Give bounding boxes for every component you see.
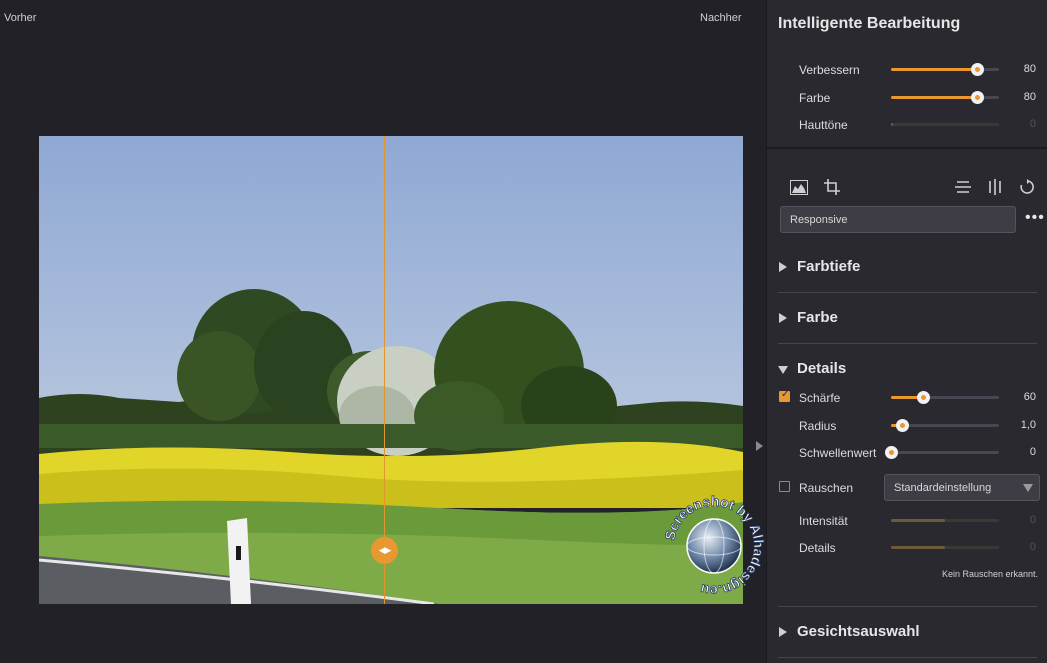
noise-details-slider[interactable] xyxy=(891,546,999,549)
enhance-slider-knob[interactable] xyxy=(971,63,985,76)
intensity-label: Intensität xyxy=(799,514,848,528)
crop-icon xyxy=(824,179,840,195)
noise-details-row: Details 0 xyxy=(767,538,1047,558)
sharpness-label: Schärfe xyxy=(799,391,841,405)
slider-row-skin-tones: Hauttöne 0 xyxy=(767,115,1047,135)
section-divider xyxy=(778,292,1037,293)
section-divider xyxy=(778,606,1037,607)
section-divider xyxy=(778,657,1037,658)
color-value: 80 xyxy=(1023,91,1036,103)
intensity-value: 0 xyxy=(1029,514,1036,526)
enhance-label: Verbessern xyxy=(799,63,860,77)
skin-tones-slider[interactable] xyxy=(891,123,999,126)
enhance-value: 80 xyxy=(1023,63,1036,75)
threshold-value: 0 xyxy=(1029,446,1036,458)
enhance-slider[interactable] xyxy=(891,63,999,76)
section-color-depth[interactable]: Farbtiefe xyxy=(778,258,1037,278)
image-canvas: Vorher Nachher ◀▶ Screenshot by Alhadesi… xyxy=(0,0,766,663)
more-dots-icon[interactable]: ••• xyxy=(1025,209,1045,227)
section-face-selection[interactable]: Gesichtsauswahl xyxy=(778,623,1037,643)
flip-vertical-button[interactable] xyxy=(953,177,973,197)
histogram-icon xyxy=(790,179,808,195)
landscape-photo xyxy=(39,136,743,604)
section-title: Gesichtsauswahl xyxy=(797,623,920,640)
section-title: Details xyxy=(797,360,847,377)
section-title: Farbe xyxy=(797,309,838,326)
slider-row-enhance: Verbessern 80 xyxy=(767,60,1047,80)
skin-tones-value: 0 xyxy=(1029,118,1036,130)
crop-button[interactable] xyxy=(822,177,842,197)
section-color[interactable]: Farbe xyxy=(778,309,1037,329)
color-slider-knob[interactable] xyxy=(971,91,985,104)
flip-horizontal-icon xyxy=(989,179,1001,195)
intensity-row: Intensität 0 xyxy=(767,511,1047,531)
noise-details-value: 0 xyxy=(1029,541,1036,553)
radius-value: 1,0 xyxy=(1020,419,1036,431)
color-slider[interactable] xyxy=(891,91,999,104)
rotate-icon xyxy=(1020,179,1034,194)
threshold-label: Schwellenwert xyxy=(799,446,877,460)
noise-preset-select[interactable]: Standardeinstellung xyxy=(884,474,1040,501)
photo-preview xyxy=(39,136,743,604)
chevron-down-icon xyxy=(1023,484,1033,492)
smart-edit-panel: Intelligente Bearbeitung Verbessern 80 F… xyxy=(766,0,1047,663)
collapse-arrow-icon xyxy=(778,366,788,374)
threshold-row: Schwellenwert 0 xyxy=(767,443,1047,463)
noise-status-text: Kein Rauschen erkannt. xyxy=(941,569,1038,579)
skin-tones-label: Hauttöne xyxy=(799,118,848,132)
slider-row-color: Farbe 80 xyxy=(767,88,1047,108)
expand-arrow-icon xyxy=(779,627,787,637)
sharpness-checkbox[interactable] xyxy=(779,389,790,402)
noise-checkbox[interactable] xyxy=(779,481,790,492)
threshold-slider[interactable] xyxy=(885,446,999,459)
radius-slider-knob[interactable] xyxy=(895,419,909,432)
section-title: Farbtiefe xyxy=(797,258,861,275)
flip-vertical-icon xyxy=(955,181,971,193)
noise-label: Rauschen xyxy=(799,481,854,495)
radius-label: Radius xyxy=(799,419,837,433)
section-divider xyxy=(778,343,1037,344)
sharpness-slider-knob[interactable] xyxy=(917,391,931,404)
expand-arrow-icon xyxy=(779,262,787,272)
flip-horizontal-button[interactable] xyxy=(985,177,1005,197)
split-line[interactable] xyxy=(384,136,385,604)
sharpness-row: Schärfe 60 xyxy=(767,388,1047,408)
radius-slider[interactable] xyxy=(891,419,999,432)
preset-select[interactable]: Responsive xyxy=(780,206,1016,233)
panel-divider xyxy=(767,147,1047,149)
split-arrows-icon: ◀▶ xyxy=(378,545,392,555)
sharpness-value: 60 xyxy=(1023,391,1036,403)
color-label: Farbe xyxy=(799,91,831,105)
noise-details-label: Details xyxy=(799,541,836,555)
split-handle[interactable]: ◀▶ xyxy=(371,537,398,564)
panel-title: Intelligente Bearbeitung xyxy=(778,15,961,32)
noise-preset-value: Standardeinstellung xyxy=(894,482,992,494)
rotate-button[interactable] xyxy=(1017,177,1037,197)
watermark-logo: Screenshot by Alhadesign.eu xyxy=(662,494,766,598)
radius-row: Radius 1,0 xyxy=(767,416,1047,436)
sharpness-slider[interactable] xyxy=(891,391,999,404)
histogram-button[interactable] xyxy=(789,177,809,197)
after-label: Nachher xyxy=(700,12,742,24)
intensity-slider[interactable] xyxy=(891,519,999,522)
section-details[interactable]: Details xyxy=(778,360,1037,380)
panel-collapse-icon[interactable] xyxy=(756,441,763,451)
expand-arrow-icon xyxy=(779,313,787,323)
before-label: Vorher xyxy=(4,12,37,24)
threshold-slider-knob[interactable] xyxy=(885,446,898,459)
